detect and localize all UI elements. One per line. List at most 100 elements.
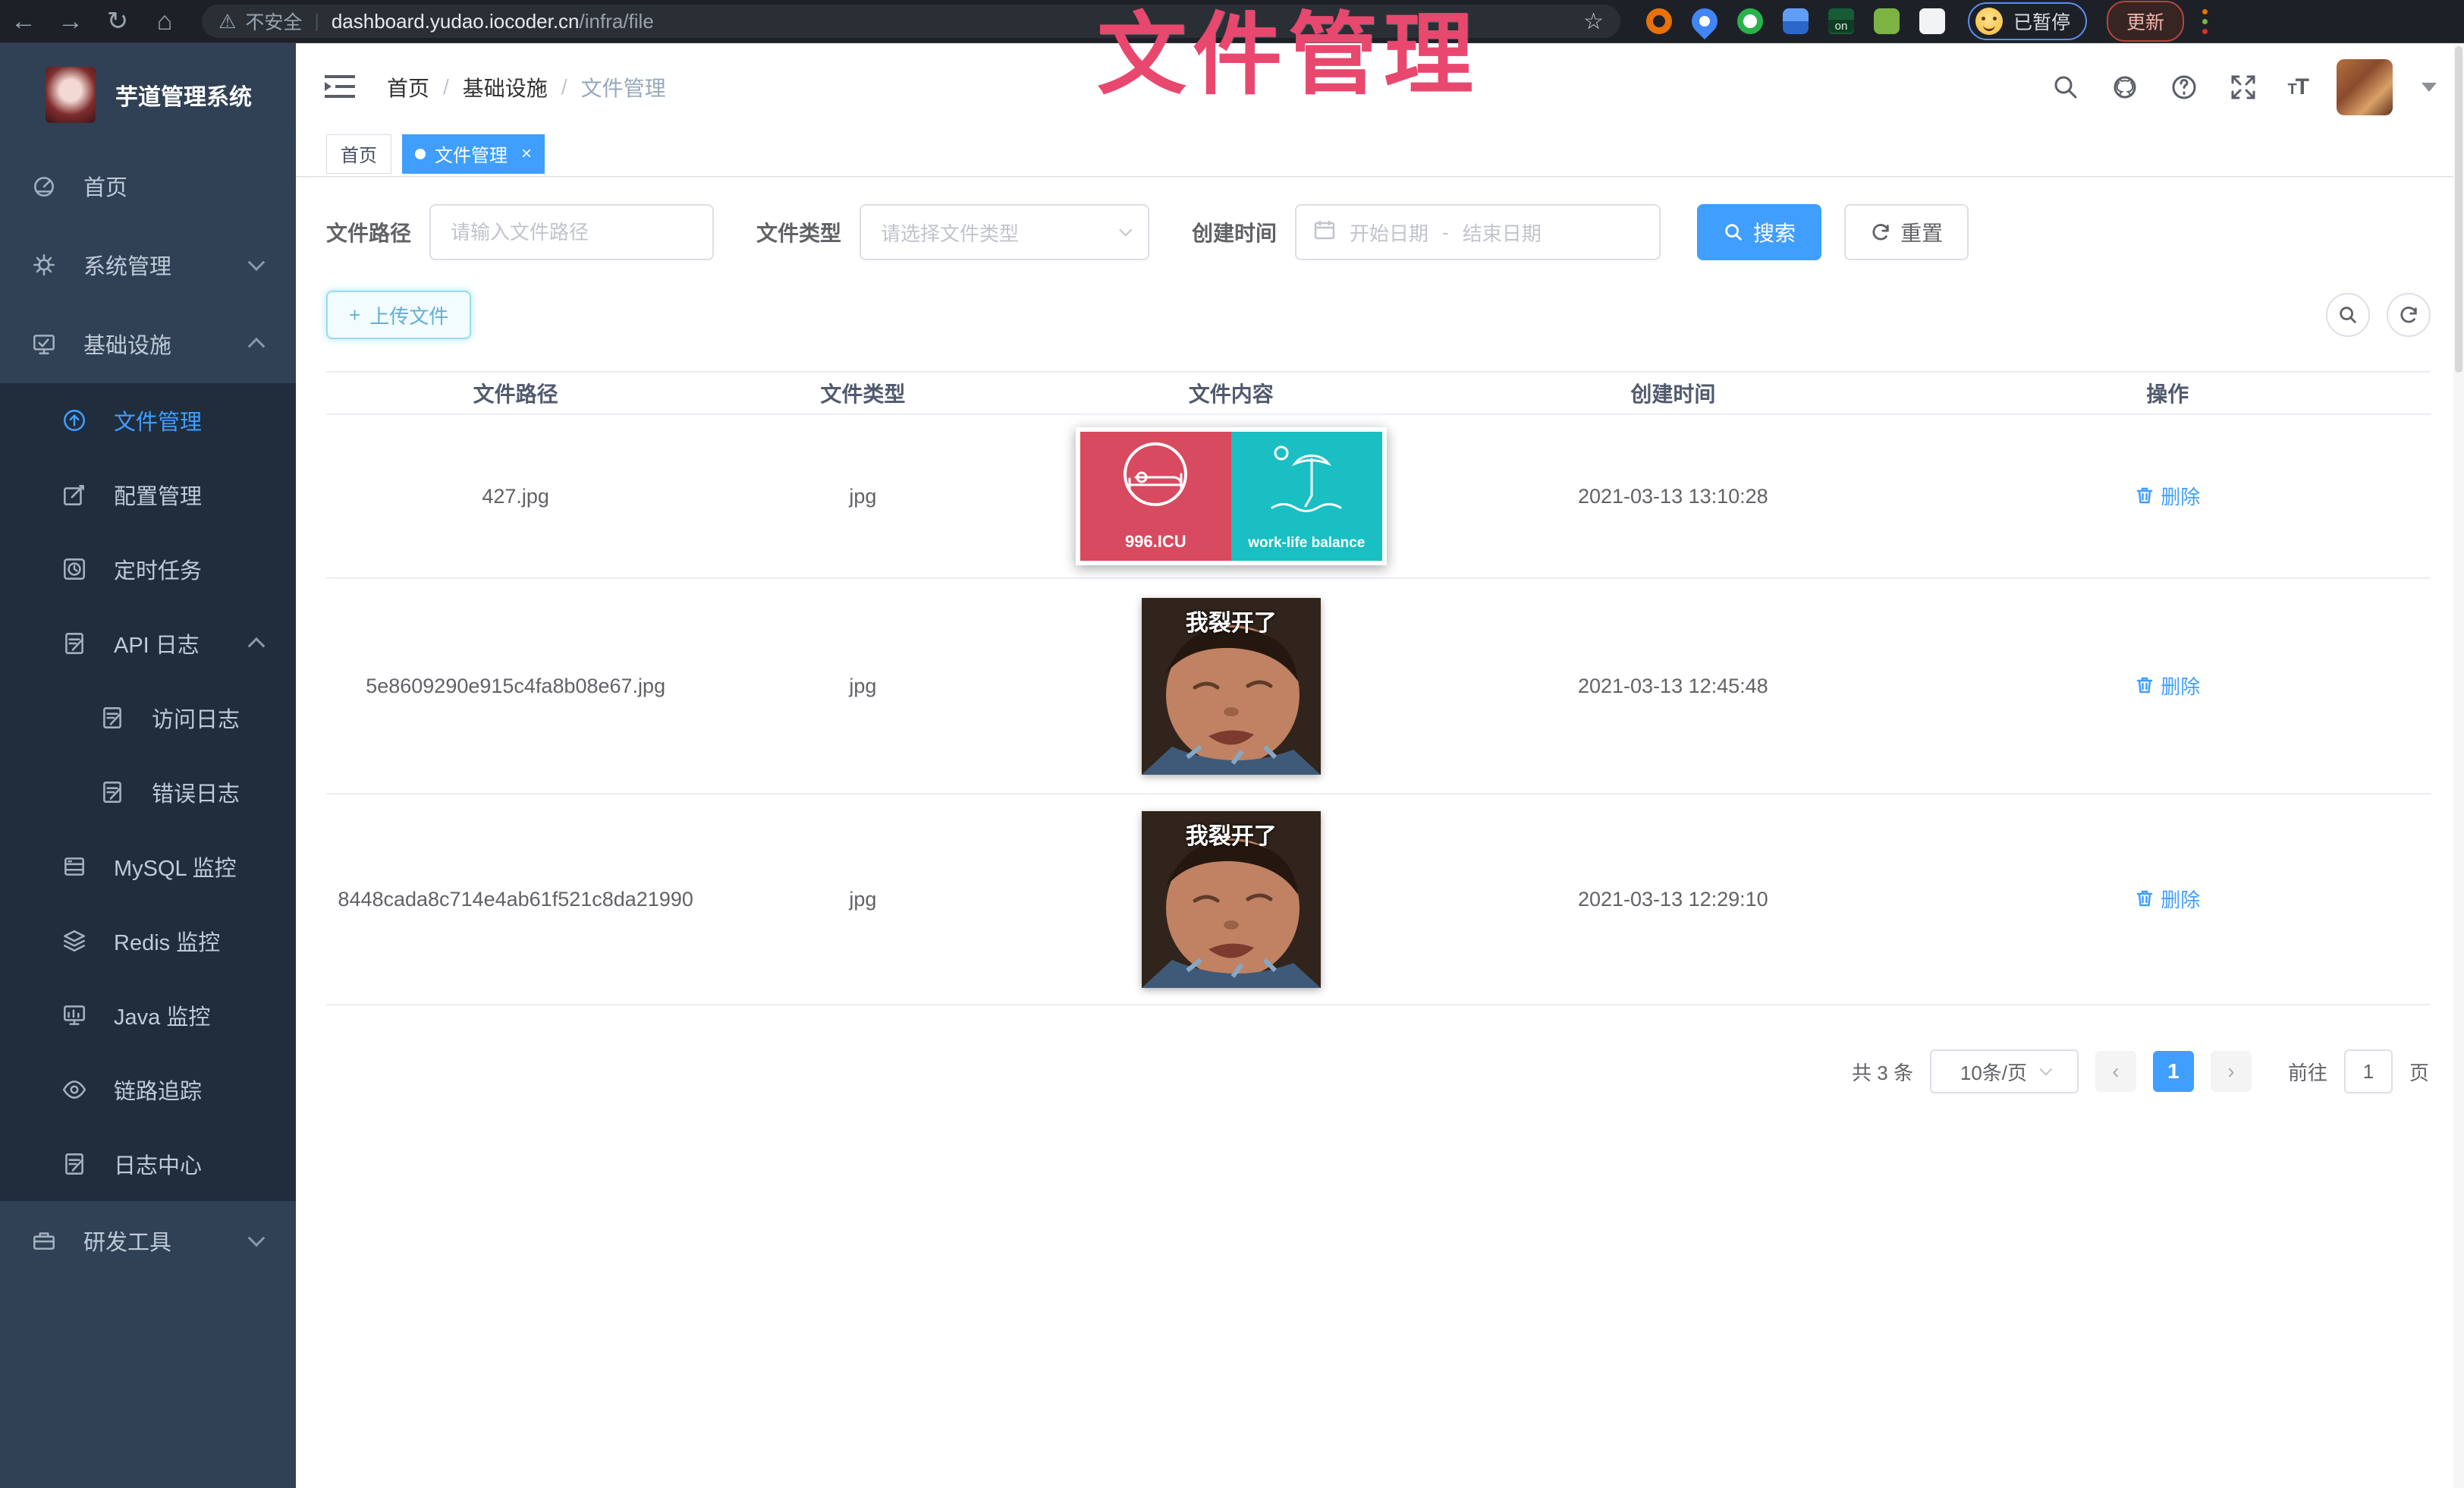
breadcrumb-infra[interactable]: 基础设施 <box>463 72 548 102</box>
beach-umbrella-icon <box>1265 441 1348 517</box>
avatar-caret-icon[interactable] <box>2422 83 2437 92</box>
github-icon[interactable] <box>2110 72 2140 102</box>
page-1-button[interactable]: 1 <box>2153 1051 2194 1092</box>
toolbox-icon <box>30 1227 58 1254</box>
warning-icon: ⚠ <box>218 10 236 33</box>
log-doc-icon <box>61 1150 88 1178</box>
tags-view-bar: 首页 文件管理 × <box>296 131 2464 177</box>
sidebar-item-mysql[interactable]: MySQL 监控 <box>0 829 296 904</box>
sidebar-item-access-log[interactable]: 访问日志 <box>0 681 296 755</box>
extension-leaf-icon[interactable] <box>1874 8 1900 34</box>
prev-page-button[interactable]: ‹ <box>2095 1051 2136 1092</box>
scrollbar-thumb[interactable] <box>2455 46 2462 373</box>
user-avatar[interactable] <box>2337 59 2393 115</box>
sidebar-item-config[interactable]: 配置管理 <box>0 458 296 532</box>
sidebar-item-error-log[interactable]: 错误日志 <box>0 755 296 829</box>
search-icon[interactable] <box>2051 72 2081 102</box>
extensions-puzzle-icon[interactable] <box>1919 8 1945 34</box>
extension-switch-icon[interactable]: on <box>1828 8 1854 34</box>
chevron-up-icon <box>248 637 266 655</box>
trash-icon <box>2135 675 2154 695</box>
sidebar-item-trace[interactable]: 链路追踪 <box>0 1052 296 1127</box>
goto-label: 前往 <box>2288 1058 2327 1086</box>
bookmark-star-icon[interactable]: ☆ <box>1583 8 1604 35</box>
date-range-picker[interactable]: 开始日期 - 结束日期 <box>1295 204 1661 260</box>
active-dot <box>415 149 426 159</box>
table-toolbar: + 上传文件 <box>326 291 2431 339</box>
tag-home[interactable]: 首页 <box>326 134 391 174</box>
file-preview-baby-meme[interactable]: 我裂开了 <box>1142 811 1321 988</box>
sidebar-item-home[interactable]: 首页 <box>0 146 296 225</box>
next-page-button[interactable]: › <box>2211 1051 2252 1092</box>
file-preview-996icu[interactable]: 996.ICU work-life balance <box>1076 427 1387 565</box>
sidebar-item-java[interactable]: Java 监控 <box>0 978 296 1052</box>
dashboard-icon <box>30 172 58 200</box>
fullscreen-icon[interactable] <box>2228 72 2258 102</box>
file-preview-baby-meme[interactable]: 我裂开了 <box>1142 598 1321 775</box>
upload-file-button[interactable]: + 上传文件 <box>326 291 471 339</box>
sidebar-item-redis[interactable]: Redis 监控 <box>0 904 296 978</box>
browser-update-button[interactable]: 更新 <box>2107 1 2184 42</box>
close-icon[interactable]: × <box>521 143 532 165</box>
log-doc-icon <box>99 704 126 731</box>
toggle-search-button[interactable] <box>2326 293 2370 337</box>
font-size-icon[interactable]: TT <box>2287 74 2308 100</box>
file-type-cell: jpg <box>705 485 1020 508</box>
sidebar-item-dev-tools[interactable]: 研发工具 <box>0 1201 296 1280</box>
back-icon[interactable]: ← <box>0 0 47 43</box>
sidebar-item-file-manage[interactable]: 文件管理 <box>0 383 296 458</box>
sidebar-item-log-center[interactable]: 日志中心 <box>0 1127 296 1201</box>
delete-button[interactable]: 删除 <box>2135 885 2200 913</box>
file-type-select[interactable]: 请选择文件类型 <box>860 204 1149 260</box>
end-date-placeholder[interactable]: 结束日期 <box>1463 219 1542 247</box>
sidebar-item-api-log[interactable]: API 日志 <box>0 606 296 681</box>
sidebar-item-job[interactable]: 定时任务 <box>0 532 296 606</box>
delete-button[interactable]: 删除 <box>2135 672 2200 700</box>
extension-ring-icon[interactable] <box>1737 8 1763 34</box>
total-count: 共 3 条 <box>1852 1058 1913 1086</box>
file-path-label: 文件路径 <box>326 217 411 247</box>
bed-icon <box>1119 441 1192 514</box>
trash-icon <box>2135 889 2154 908</box>
extension-gear-icon[interactable] <box>1646 8 1672 34</box>
refresh-button[interactable] <box>2387 293 2431 337</box>
goto-page-input[interactable] <box>2344 1049 2393 1093</box>
browser-menu-icon[interactable] <box>2202 9 2208 34</box>
page-size-select[interactable]: 10条/页 <box>1930 1049 2079 1093</box>
chart-monitor-icon <box>61 1002 88 1029</box>
chevron-up-icon <box>248 338 266 355</box>
search-button[interactable]: 搜索 <box>1697 204 1821 260</box>
infra-submenu: 文件管理 配置管理 定时任务 API 日志 访问日志 <box>0 383 296 1201</box>
home-icon[interactable]: ⌂ <box>141 0 188 43</box>
eye-icon <box>61 1076 88 1103</box>
browser-profile-button[interactable]: 已暂停 <box>1968 2 2087 40</box>
database-icon <box>61 853 88 880</box>
start-date-placeholder[interactable]: 开始日期 <box>1350 219 1428 247</box>
breadcrumb-home[interactable]: 首页 <box>387 72 429 102</box>
security-label[interactable]: 不安全 <box>245 8 302 35</box>
scrollbar[interactable] <box>2453 43 2464 1488</box>
created-time-cell: 2021-03-13 12:29:10 <box>1441 888 1904 911</box>
table-row: 5e8609290e915c4fa8b08e67.jpg jpg 我裂开了 20… <box>326 579 2431 794</box>
help-icon[interactable] <box>2169 72 2199 102</box>
url-text[interactable]: dashboard.yudao.iocoder.cn/infra/file <box>332 10 654 33</box>
table-header-row: 文件路径 文件类型 文件内容 创建时间 操作 <box>326 371 2431 415</box>
screen: ← → ↻ ⌂ ⚠ 不安全 | dashboard.yudao.iocoder.… <box>0 0 2464 1488</box>
clock-icon <box>61 555 88 583</box>
delete-button[interactable]: 删除 <box>2135 482 2200 510</box>
forward-icon[interactable]: → <box>47 0 94 43</box>
file-path-input[interactable] <box>431 221 712 244</box>
sidebar-item-infra[interactable]: 基础设施 <box>0 304 296 383</box>
extension-pin-icon[interactable] <box>1686 3 1723 39</box>
sidebar-item-system[interactable]: 系统管理 <box>0 225 296 304</box>
pagination: 共 3 条 10条/页 ‹ 1 › 前往 页 <box>326 1049 2431 1093</box>
tag-file-manage[interactable]: 文件管理 × <box>402 134 545 174</box>
created-time-cell: 2021-03-13 12:45:48 <box>1441 675 1904 698</box>
reload-icon[interactable]: ↻ <box>94 0 141 43</box>
table-row: 427.jpg jpg 996.ICU work-life balan <box>326 415 2431 579</box>
reset-button[interactable]: 重置 <box>1844 204 1969 260</box>
sidebar-logo[interactable]: 芋道管理系统 <box>0 43 296 146</box>
extension-grid-icon[interactable] <box>1783 8 1809 34</box>
hamburger-icon[interactable] <box>323 72 357 102</box>
trash-icon <box>2135 486 2154 505</box>
